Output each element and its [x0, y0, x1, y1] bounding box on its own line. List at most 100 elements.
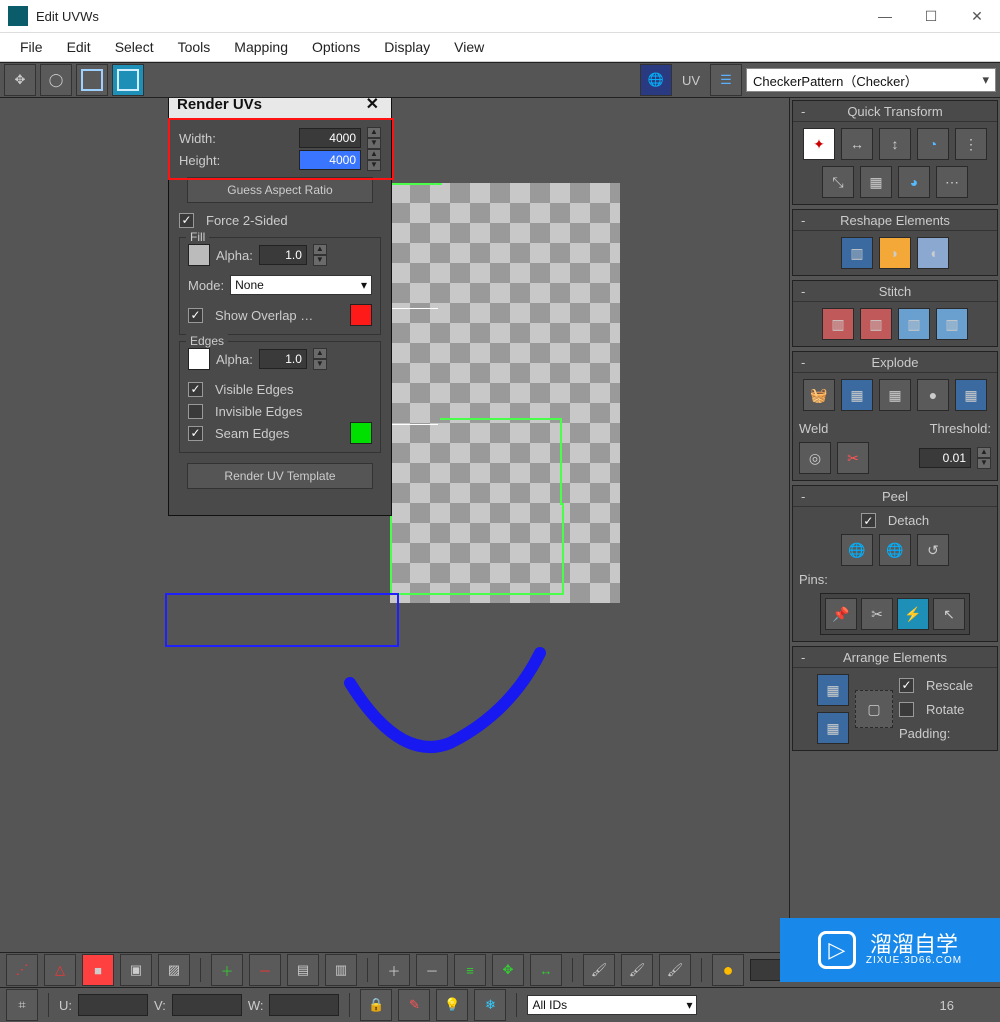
move-tool[interactable]: ✥ — [4, 64, 36, 96]
ring-sel[interactable]: ▤ — [287, 954, 319, 986]
u-input[interactable] — [78, 994, 148, 1016]
visible-edges-check[interactable] — [188, 382, 203, 397]
sel-vertex[interactable]: ⋰ — [6, 954, 38, 986]
paint-sel2[interactable]: 🖌 — [621, 954, 653, 986]
peel-header[interactable]: Peel — [793, 486, 997, 507]
btn-c[interactable]: ≡ — [454, 954, 486, 986]
threshold-input[interactable]: 0.01 — [919, 448, 971, 468]
reshape-header[interactable]: Reshape Elements — [793, 210, 997, 231]
paint-sel3[interactable]: 🖌 — [659, 954, 691, 986]
btn-e[interactable]: ↔ — [530, 954, 562, 986]
lock-button[interactable]: 🔒 — [360, 989, 392, 1021]
stitch-1[interactable]: ▥ — [822, 308, 854, 340]
rescale-check[interactable] — [899, 678, 914, 693]
fill-alpha-spinner[interactable]: ▲▼ — [313, 244, 327, 266]
invisible-edges-check[interactable] — [188, 404, 203, 419]
rotate-check[interactable] — [899, 702, 914, 717]
guess-aspect-button[interactable]: Guess Aspect Ratio — [187, 177, 373, 203]
texture-dropdown[interactable]: CheckerPattern（Checker） — [746, 68, 996, 92]
qt-flip-v-button[interactable]: ↕ — [879, 128, 911, 160]
force2sided-check[interactable] — [179, 213, 194, 228]
reshape-3[interactable]: ◖ — [917, 237, 949, 269]
arrange-pack2[interactable]: ▦ — [817, 712, 849, 744]
btn-b[interactable]: － — [416, 954, 448, 986]
pin-3[interactable]: ⚡ — [897, 598, 929, 630]
uv-outline[interactable] — [390, 503, 564, 595]
explode-header[interactable]: Explode — [793, 352, 997, 373]
edge-alpha-input[interactable]: 1.0 — [259, 349, 307, 369]
pin-4[interactable]: ↖ — [933, 598, 965, 630]
minimize-button[interactable]: — — [862, 0, 908, 32]
stitch-header[interactable]: Stitch — [793, 281, 997, 302]
qt-rot-neg-button[interactable]: ◕ — [898, 166, 930, 198]
menu-view[interactable]: View — [442, 35, 496, 59]
list-icon-button[interactable]: ☰ — [710, 64, 742, 96]
menu-select[interactable]: Select — [103, 35, 166, 59]
fill-alpha-input[interactable]: 1.0 — [259, 245, 307, 265]
w-input[interactable] — [269, 994, 339, 1016]
loop-sel[interactable]: ▥ — [325, 954, 357, 986]
soft-falloff[interactable]: ● — [712, 954, 744, 986]
pin-1[interactable]: 📌 — [825, 598, 857, 630]
btn-d[interactable]: ✥ — [492, 954, 524, 986]
btn-a[interactable]: ＋ — [378, 954, 410, 986]
matid-dropdown[interactable]: All IDs — [527, 995, 697, 1015]
qt-dist-v-button[interactable]: ⋯ — [936, 166, 968, 198]
globe-tool[interactable]: 🌐 — [640, 64, 672, 96]
arrange-header[interactable]: Arrange Elements — [793, 647, 997, 668]
stitch-4[interactable]: ▥ — [936, 308, 968, 340]
quick-transform-header[interactable]: Quick Transform — [793, 101, 997, 122]
scale-tool[interactable] — [76, 64, 108, 96]
sel-poly[interactable]: ▨ — [158, 954, 190, 986]
weld-break[interactable]: ✂ — [837, 442, 869, 474]
uv-viewport[interactable]: Render UVs ✕ Width: 4000 ▲▼ Height: 4000… — [0, 98, 789, 952]
threshold-spinner[interactable]: ▲▼ — [977, 447, 991, 469]
qt-rot90-button[interactable]: ◔ — [917, 128, 949, 160]
stitch-3[interactable]: ▥ — [898, 308, 930, 340]
overlap-color-swatch[interactable] — [350, 304, 372, 326]
brush-button[interactable]: ✎ — [398, 989, 430, 1021]
menu-tools[interactable]: Tools — [166, 35, 223, 59]
mode-dropdown[interactable]: None — [230, 275, 372, 295]
arrange-region[interactable]: ▢ — [855, 690, 893, 728]
explode-sphere[interactable]: ● — [917, 379, 949, 411]
reshape-2[interactable]: ◗ — [879, 237, 911, 269]
menu-file[interactable]: File — [8, 35, 55, 59]
uv-outline[interactable] — [390, 183, 442, 505]
height-spinner[interactable]: ▲▼ — [367, 149, 381, 171]
uv-outline[interactable] — [440, 418, 562, 505]
grow-sel[interactable]: ＋ — [211, 954, 243, 986]
qt-btn3[interactable]: ▦ — [860, 166, 892, 198]
edge-alpha-spinner[interactable]: ▲▼ — [313, 348, 327, 370]
reshape-1[interactable]: ▥ — [841, 237, 873, 269]
snap-toggle[interactable]: ⌗ — [6, 989, 38, 1021]
sel-element[interactable]: ▣ — [120, 954, 152, 986]
seam-edges-check[interactable] — [188, 426, 203, 441]
weld-target[interactable]: ◎ — [799, 442, 831, 474]
close-button[interactable]: ✕ — [954, 0, 1000, 32]
explode-b2[interactable]: ▦ — [841, 379, 873, 411]
panel-close-button[interactable]: ✕ — [366, 98, 379, 114]
seam-color-swatch[interactable] — [350, 422, 372, 444]
arrange-pack1[interactable]: ▦ — [817, 674, 849, 706]
fill-color-swatch[interactable] — [188, 244, 210, 266]
explode-basket[interactable]: 🧺 — [803, 379, 835, 411]
menu-display[interactable]: Display — [372, 35, 442, 59]
edge-color-swatch[interactable] — [188, 348, 210, 370]
rotate-tool[interactable]: ◯ — [40, 64, 72, 96]
menu-mapping[interactable]: Mapping — [222, 35, 300, 59]
render-uv-template-button[interactable]: Render UV Template — [187, 463, 373, 489]
freeform-tool[interactable] — [112, 64, 144, 96]
detach-check[interactable] — [861, 513, 876, 528]
menu-edit[interactable]: Edit — [55, 35, 103, 59]
light-button[interactable]: 💡 — [436, 989, 468, 1021]
qt-flip-h-button[interactable]: ↔ — [841, 128, 873, 160]
peel-reset[interactable]: ↺ — [917, 534, 949, 566]
qt-btn2[interactable]: ⤡ — [822, 166, 854, 198]
v-input[interactable] — [172, 994, 242, 1016]
peel-b1[interactable]: 🌐 — [841, 534, 873, 566]
stitch-2[interactable]: ▥ — [860, 308, 892, 340]
qt-dist-h-button[interactable]: ⋮ — [955, 128, 987, 160]
shrink-sel[interactable]: － — [249, 954, 281, 986]
explode-b4[interactable]: ▦ — [955, 379, 987, 411]
